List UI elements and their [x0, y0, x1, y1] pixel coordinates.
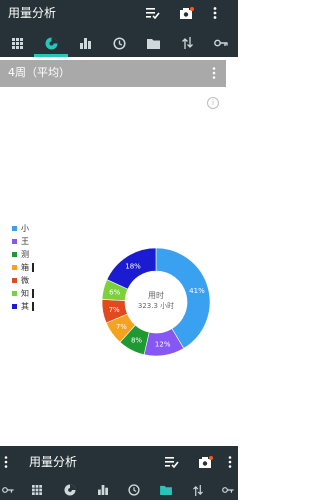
legend-swatch	[12, 226, 17, 231]
key-icon[interactable]	[220, 482, 236, 498]
key-icon[interactable]	[0, 482, 16, 498]
bar-chart-icon[interactable]	[95, 482, 111, 498]
more-vert-icon[interactable]	[226, 454, 234, 470]
legend-swatch	[12, 278, 17, 283]
legend-item: 其	[12, 300, 42, 313]
slice-label: 7%	[109, 306, 120, 314]
app-bar: 用量分析	[0, 0, 238, 29]
bar-chart-icon	[79, 37, 91, 49]
legend-swatch	[12, 291, 17, 296]
section-title: 4周（平均）	[8, 66, 70, 79]
legend-label: 其	[21, 302, 29, 311]
checklist-icon[interactable]	[164, 454, 180, 470]
slice-label: 12%	[155, 340, 171, 348]
pie-chart-icon[interactable]	[62, 482, 78, 498]
truncation-mark	[32, 263, 34, 272]
truncation-mark	[32, 302, 34, 311]
tab-pie[interactable]	[34, 29, 68, 57]
more-vert-icon[interactable]	[207, 5, 223, 21]
slice-label: 7%	[116, 323, 127, 331]
legend-label: 箱	[21, 263, 29, 272]
slice-label: 6%	[109, 288, 120, 296]
tab-history[interactable]	[102, 29, 136, 57]
donut-chart: 用时 323.3 小时 41% 12% 8% 7% 7% 6% 18%	[101, 247, 211, 357]
legend-label: 小	[21, 224, 29, 233]
chart-legend: 小 王 测 箱 微 知 其	[12, 222, 42, 313]
tab-bar-chart[interactable]	[68, 29, 102, 57]
legend-item: 测	[12, 248, 42, 261]
truncation-mark	[32, 289, 34, 298]
tab-grid[interactable]	[0, 29, 34, 57]
history-icon[interactable]	[126, 482, 142, 498]
slice-label: 18%	[125, 263, 141, 271]
grid-icon	[11, 37, 23, 49]
history-icon	[112, 36, 126, 50]
legend-swatch	[12, 252, 17, 257]
camera-icon[interactable]	[198, 454, 214, 470]
legend-item: 王	[12, 235, 42, 248]
legend-swatch	[12, 304, 17, 309]
slice-label: 8%	[131, 336, 142, 344]
folder-icon	[146, 38, 160, 49]
active-tab-indicator	[34, 54, 68, 57]
bottom-app-bar: 用量分析	[0, 446, 238, 500]
app-title: 用量分析	[8, 6, 57, 20]
app-title: 用量分析	[29, 455, 78, 469]
section-header: 4周（平均）	[0, 60, 226, 87]
checklist-icon[interactable]	[145, 5, 161, 21]
info-icon[interactable]: i	[207, 97, 219, 109]
sort-icon	[181, 37, 193, 49]
key-icon	[214, 39, 228, 47]
grid-icon[interactable]	[29, 482, 45, 498]
legend-item: 箱	[12, 261, 42, 274]
pie-chart-icon	[45, 37, 57, 49]
center-value: 323.3 小时	[138, 301, 174, 310]
folder-icon[interactable]	[158, 482, 174, 498]
more-vert-icon[interactable]	[208, 66, 220, 80]
legend-label: 微	[21, 276, 29, 285]
legend-swatch	[12, 265, 17, 270]
tab-bar	[0, 29, 238, 57]
slice-label: 41%	[189, 287, 205, 295]
legend-label: 知	[21, 289, 29, 298]
center-label: 用时	[148, 290, 164, 300]
legend-item: 小	[12, 222, 42, 235]
legend-item: 微	[12, 274, 42, 287]
tab-sort[interactable]	[170, 29, 204, 57]
sort-icon[interactable]	[190, 482, 206, 498]
legend-swatch	[12, 239, 17, 244]
legend-label: 王	[21, 237, 29, 246]
camera-icon[interactable]	[179, 5, 195, 21]
legend-label: 测	[21, 250, 29, 259]
tab-key[interactable]	[204, 29, 238, 57]
tab-folder[interactable]	[136, 29, 170, 57]
more-vert-icon[interactable]	[2, 454, 10, 470]
legend-item: 知	[12, 287, 42, 300]
